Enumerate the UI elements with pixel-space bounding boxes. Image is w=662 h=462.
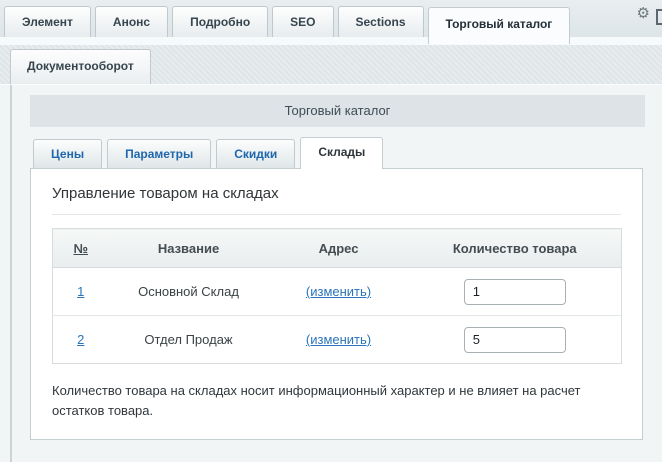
column-header-address: Адрес <box>269 229 409 268</box>
tab-announce[interactable]: Анонс <box>95 6 168 37</box>
change-address-link[interactable]: (изменить) <box>306 332 371 347</box>
left-border-rule <box>10 85 12 462</box>
tab-document-flow[interactable]: Документооборот <box>10 49 151 84</box>
tab-element[interactable]: Элемент <box>4 6 91 37</box>
panel-title: Торговый каталог <box>30 95 645 127</box>
section-heading: Управление товаром на складах <box>52 185 621 202</box>
tab-seo[interactable]: SEO <box>272 6 333 37</box>
secondary-tab-bar: Документооборот <box>0 45 662 85</box>
warehouses-tab-content: Управление товаром на складах № Название… <box>30 168 643 440</box>
change-address-link[interactable]: (изменить) <box>306 284 371 299</box>
table-row: 2 Отдел Продаж (изменить) <box>53 316 622 364</box>
quantity-input[interactable] <box>464 327 566 353</box>
subtab-parameters[interactable]: Параметры <box>107 139 211 168</box>
warehouse-id-link[interactable]: 2 <box>77 332 84 347</box>
subtab-warehouses[interactable]: Склады <box>300 137 383 169</box>
warehouses-table: № Название Адрес Количество товара 1 Осн… <box>52 228 622 364</box>
table-header-row: № Название Адрес Количество товара <box>53 229 622 268</box>
main-tab-bar: Элемент Анонс Подробно SEO Sections Торг… <box>0 0 662 37</box>
info-note: Количество товара на складах носит инфор… <box>52 381 627 420</box>
column-header-number: № <box>53 229 109 268</box>
sort-number-link[interactable]: № <box>74 241 89 256</box>
tab-trade-catalog[interactable]: Торговый каталог <box>428 7 571 44</box>
warehouse-name: Основной Склад <box>109 268 269 316</box>
tab-sections[interactable]: Sections <box>338 6 424 37</box>
bitrix-admin-screen: { "colors": { "link_blue": "#2a74ba", "t… <box>0 0 662 462</box>
subtab-prices[interactable]: Цены <box>33 139 102 168</box>
subtab-discounts[interactable]: Скидки <box>216 139 295 168</box>
column-header-quantity: Количество товара <box>409 229 622 268</box>
warehouse-id-link[interactable]: 1 <box>77 284 84 299</box>
quantity-input[interactable] <box>464 279 566 305</box>
warehouse-name: Отдел Продаж <box>109 316 269 364</box>
table-row: 1 Основной Склад (изменить) <box>53 268 622 316</box>
content-area: Торговый каталог Цены Параметры Скидки С… <box>0 85 662 462</box>
settings-gear-icon[interactable]: ⚙ <box>637 4 650 22</box>
column-header-name: Название <box>109 229 269 268</box>
tab-detail[interactable]: Подробно <box>172 6 268 37</box>
top-icons: ⚙ <box>622 0 662 37</box>
clipped-edge-icon <box>656 9 662 25</box>
catalog-sub-tabs: Цены Параметры Скидки Склады <box>33 138 388 168</box>
heading-divider <box>52 214 621 215</box>
